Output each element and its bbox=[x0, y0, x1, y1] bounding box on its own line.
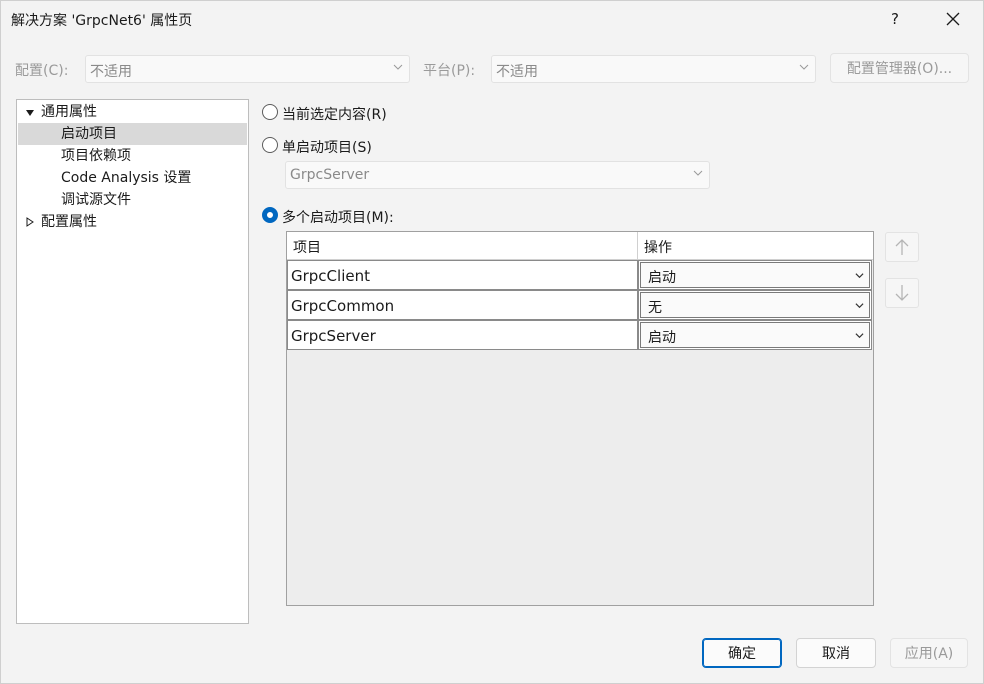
move-down-button[interactable] bbox=[885, 278, 919, 308]
move-up-button[interactable] bbox=[885, 232, 919, 262]
platform-combo[interactable]: 不适用 bbox=[491, 55, 816, 83]
single-startup-combo[interactable]: GrpcServer bbox=[285, 161, 710, 189]
close-button[interactable] bbox=[930, 3, 976, 35]
action-value: 启动 bbox=[648, 330, 676, 346]
help-button[interactable]: ? bbox=[872, 3, 918, 35]
ok-button[interactable]: 确定 bbox=[702, 638, 782, 668]
title-bar: 解决方案 'GrpcNet6' 属性页 ? bbox=[1, 1, 983, 37]
project-cell[interactable]: GrpcServer bbox=[287, 320, 638, 350]
window-title: 解决方案 'GrpcNet6' 属性页 bbox=[11, 13, 193, 29]
project-cell[interactable]: GrpcClient bbox=[287, 260, 638, 290]
config-manager-button[interactable]: 配置管理器(O)... bbox=[830, 53, 969, 83]
close-icon bbox=[946, 12, 960, 26]
action-cell[interactable]: 启动 bbox=[638, 260, 872, 290]
action-cell[interactable]: 启动 bbox=[638, 320, 872, 350]
cancel-button[interactable]: 取消 bbox=[796, 638, 876, 668]
project-cell[interactable]: GrpcCommon bbox=[287, 290, 638, 320]
platform-label: 平台(P): bbox=[423, 63, 476, 79]
properties-dialog: 解决方案 'GrpcNet6' 属性页 ? 配置(C): 不适用 平台(P): … bbox=[0, 0, 984, 684]
column-header-project[interactable]: 项目 bbox=[293, 237, 321, 257]
action-dropdown[interactable]: 启动 bbox=[640, 262, 870, 288]
project-name: GrpcServer bbox=[291, 327, 376, 345]
action-cell[interactable]: 无 bbox=[638, 290, 872, 320]
collapsed-arrow-icon[interactable] bbox=[25, 217, 35, 227]
config-label: 配置(C): bbox=[15, 63, 69, 79]
startup-projects-grid: 项目 操作 GrpcClient 启动 GrpcCommon 无 GrpcSer… bbox=[286, 231, 874, 606]
tree-item-project-dependencies[interactable]: 项目依赖项 bbox=[61, 145, 241, 167]
platform-value: 不适用 bbox=[496, 64, 538, 80]
tree-item-common-properties[interactable]: 通用属性 bbox=[41, 101, 241, 123]
single-startup-label[interactable]: 单启动项目(S) bbox=[282, 137, 372, 157]
project-name: GrpcCommon bbox=[291, 297, 395, 315]
action-dropdown[interactable]: 启动 bbox=[640, 322, 870, 348]
action-dropdown[interactable]: 无 bbox=[640, 292, 870, 318]
table-row[interactable]: GrpcServer 启动 bbox=[287, 320, 873, 350]
action-value: 无 bbox=[648, 300, 662, 316]
expanded-arrow-icon[interactable] bbox=[25, 108, 35, 118]
arrow-up-icon bbox=[895, 239, 909, 255]
apply-button[interactable]: 应用(A) bbox=[890, 638, 968, 668]
column-divider[interactable] bbox=[637, 232, 638, 260]
config-value: 不适用 bbox=[90, 64, 132, 80]
action-value: 启动 bbox=[648, 270, 676, 286]
help-icon: ? bbox=[891, 10, 899, 28]
current-selection-radio[interactable] bbox=[262, 104, 278, 120]
table-row[interactable]: GrpcCommon 无 bbox=[287, 290, 873, 320]
column-header-action[interactable]: 操作 bbox=[644, 237, 672, 257]
multiple-startup-label[interactable]: 多个启动项目(M): bbox=[282, 207, 394, 227]
current-selection-label[interactable]: 当前选定内容(R) bbox=[282, 104, 387, 124]
chevron-down-icon bbox=[855, 333, 864, 339]
multiple-startup-radio[interactable] bbox=[262, 207, 278, 223]
table-row[interactable]: GrpcClient 启动 bbox=[287, 260, 873, 290]
arrow-down-icon bbox=[895, 285, 909, 301]
chevron-down-icon bbox=[693, 170, 703, 176]
tree-item-code-analysis[interactable]: Code Analysis 设置 bbox=[61, 167, 241, 189]
grid-header: 项目 操作 bbox=[287, 232, 873, 260]
tree-item-debug-source-files[interactable]: 调试源文件 bbox=[61, 189, 241, 211]
config-combo[interactable]: 不适用 bbox=[85, 55, 410, 83]
chevron-down-icon bbox=[393, 64, 403, 70]
chevron-down-icon bbox=[855, 273, 864, 279]
chevron-down-icon bbox=[799, 64, 809, 70]
project-name: GrpcClient bbox=[291, 267, 370, 285]
tree-item-startup-project[interactable]: 启动项目 bbox=[18, 123, 247, 145]
chevron-down-icon bbox=[855, 303, 864, 309]
single-startup-radio[interactable] bbox=[262, 137, 278, 153]
property-tree: 通用属性 启动项目 项目依赖项 Code Analysis 设置 调试源文件 配… bbox=[16, 99, 249, 624]
single-startup-value: GrpcServer bbox=[290, 167, 370, 183]
tree-item-configuration-properties[interactable]: 配置属性 bbox=[41, 211, 241, 233]
